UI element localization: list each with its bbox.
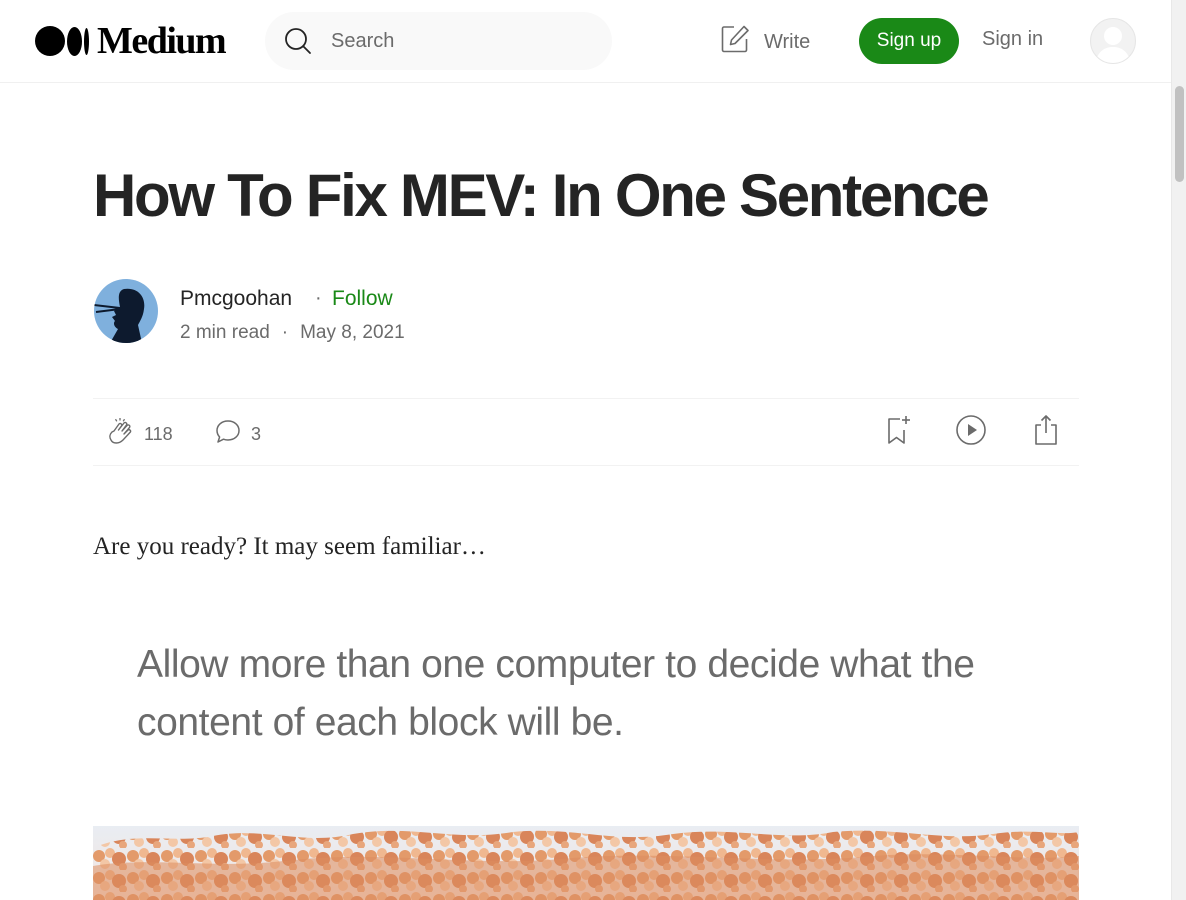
share-button[interactable] <box>1030 414 1062 451</box>
responses-button[interactable]: 3 <box>215 419 261 450</box>
sign-in-link[interactable]: Sign in <box>982 28 1043 51</box>
search-box[interactable] <box>265 12 612 70</box>
publish-date: May 8, 2021 <box>300 322 405 343</box>
response-count: 3 <box>251 424 262 444</box>
article-title: How To Fix MEV: In One Sentence <box>93 162 990 229</box>
intro-paragraph: Are you ready? It may seem familiar… <box>93 533 486 560</box>
search-input[interactable] <box>329 28 593 54</box>
scrollbar-thumb[interactable] <box>1175 86 1184 182</box>
article-meta: 2 min read · May 8, 2021 <box>180 322 405 344</box>
search-icon <box>283 26 313 56</box>
write-button[interactable]: Write <box>720 24 810 60</box>
share-icon <box>1032 414 1060 451</box>
clap-count: 118 <box>144 424 173 444</box>
default-user-icon <box>1095 27 1131 63</box>
save-button[interactable] <box>883 415 915 450</box>
clap-icon <box>106 417 136 452</box>
article-hero-image <box>93 826 1079 900</box>
medium-logo-mark <box>35 26 89 56</box>
author-avatar[interactable] <box>94 279 158 343</box>
follow-button[interactable]: Follow <box>332 287 393 311</box>
user-avatar[interactable] <box>1090 18 1136 64</box>
author-name[interactable]: Pmcgoohan <box>180 287 292 311</box>
top-navigation-bar: Medium Write Sign up Sign in <box>0 0 1171 83</box>
medium-logo[interactable]: Medium <box>35 20 227 62</box>
medium-logo-text: Medium <box>97 20 227 62</box>
pull-quote: Allow more than one computer to decide w… <box>137 643 975 744</box>
edit-icon <box>720 24 750 60</box>
play-icon <box>955 414 987 451</box>
article-action-bar: 118 3 <box>93 398 1079 466</box>
listen-button[interactable] <box>955 414 987 451</box>
read-time: 2 min read <box>180 322 270 343</box>
bookmark-add-icon <box>885 415 913 450</box>
clap-button[interactable]: 118 <box>106 417 173 452</box>
write-label: Write <box>764 30 811 53</box>
vertical-scrollbar[interactable] <box>1171 0 1186 900</box>
sign-up-button[interactable]: Sign up <box>859 18 959 64</box>
separator-dot: · <box>315 287 322 309</box>
speech-bubble-icon <box>215 419 241 450</box>
separator-dot: · <box>281 322 289 343</box>
